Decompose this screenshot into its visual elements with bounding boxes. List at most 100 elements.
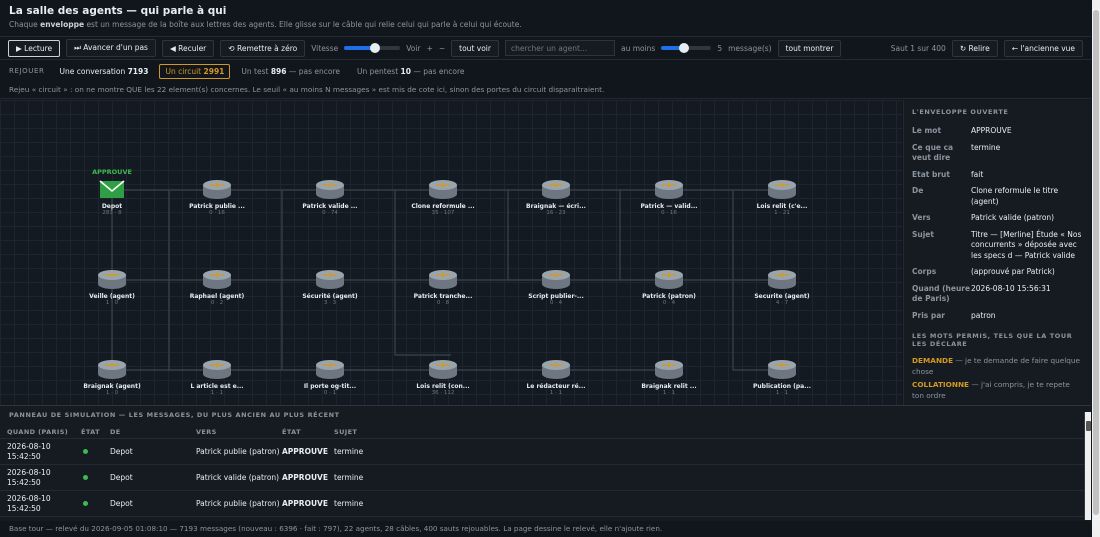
node-count: 36 · 112 bbox=[431, 390, 455, 396]
agent-node[interactable]: Lois relit (c'e... 1 · 21 bbox=[742, 179, 822, 216]
status-dot-icon bbox=[83, 500, 88, 506]
subtitle-text: Chaque bbox=[9, 20, 41, 29]
agent-node[interactable]: Securite (agent) 4 · 7 bbox=[742, 269, 822, 306]
agent-node[interactable]: Braignak (agent) 1 · 0 bbox=[72, 359, 152, 396]
detail-value: Patrick valide (patron) bbox=[971, 213, 1055, 222]
agent-node[interactable]: Le rédacteur ré... 1 · 1 bbox=[516, 359, 596, 396]
agent-node[interactable]: L article est e... 1 · 1 bbox=[177, 359, 257, 396]
zoom-in-button[interactable]: + bbox=[427, 44, 433, 53]
node-label: Publication (pa... bbox=[752, 383, 811, 390]
agent-search-input[interactable] bbox=[504, 40, 615, 56]
see-all-button[interactable]: tout voir bbox=[451, 39, 499, 57]
agent-node[interactable]: Publication (pa... 1 · 1 bbox=[742, 359, 822, 396]
table-scrollbar[interactable] bbox=[1084, 412, 1091, 520]
back-button[interactable]: ◀ Reculer bbox=[161, 39, 215, 57]
router-icon bbox=[655, 270, 683, 289]
router-icon bbox=[768, 180, 796, 199]
agent-graph-canvas[interactable]: APPROUVE Depot 283 · 8 Patrick publie ... 0 … bbox=[0, 100, 902, 405]
old-view-button[interactable]: ← l'ancienne vue bbox=[1003, 39, 1083, 57]
zoom-out-button[interactable]: − bbox=[439, 44, 445, 53]
node-count: 0 · 1 bbox=[323, 390, 337, 396]
replay-option-count: 896 bbox=[270, 66, 287, 76]
page-scrollbar-thumb[interactable] bbox=[1093, 10, 1099, 515]
page-scrollbar[interactable] bbox=[1092, 0, 1100, 537]
words-heading: LES MOTS PERMIS, TELS QUE LA TOUR LES DÉ… bbox=[912, 332, 1073, 348]
table-row[interactable]: 2026-08-10 15:42:50 Depot Patrick publie (… bbox=[0, 439, 1091, 465]
node-count: 0 · 74 bbox=[322, 210, 338, 216]
speed-slider[interactable] bbox=[344, 43, 401, 53]
detail-key: Pris par bbox=[912, 310, 945, 320]
col-etat[interactable]: ÉTAT bbox=[81, 428, 110, 436]
agent-node[interactable]: Patrick valide ... 0 · 74 bbox=[290, 179, 370, 216]
node-state-badge: APPROUVE bbox=[92, 168, 132, 176]
agent-node[interactable]: Clone reformule ... 35 · 107 bbox=[403, 179, 483, 216]
node-label: Depot bbox=[101, 203, 123, 210]
detail-key: Le mot bbox=[912, 126, 942, 135]
agent-node[interactable]: Script publier-... 0 · 4 bbox=[516, 269, 596, 306]
table-row[interactable]: 2026-08-10 15:42:50 Depot Patrick publie (… bbox=[0, 491, 1091, 517]
agent-node[interactable]: Patrick — valid... 0 · 16 bbox=[629, 179, 709, 216]
node-label: Securite (agent) bbox=[754, 293, 810, 300]
node-label: Lois relit (c'e... bbox=[756, 203, 808, 210]
min-messages-slider[interactable] bbox=[661, 43, 712, 53]
node-count: 3 · 3 bbox=[323, 300, 337, 306]
agent-node[interactable]: Sécurité (agent) 3 · 3 bbox=[290, 269, 370, 306]
replay-test[interactable]: Un test 896 — pas encore bbox=[235, 64, 346, 79]
cell-vers: Patrick publie (patron) bbox=[196, 446, 280, 456]
col-etat-mot[interactable]: ÉTAT bbox=[282, 428, 334, 436]
detail-value: 2026-08-10 15:56:31 bbox=[971, 283, 1051, 293]
node-count: 4 · 7 bbox=[775, 300, 789, 306]
node-label: Script publier-... bbox=[528, 293, 584, 300]
detail-row: De Clone reformule le titre (agent) bbox=[912, 183, 1083, 210]
agent-node[interactable]: Veille (agent) 1 · 0 bbox=[72, 269, 152, 306]
allowed-word: DEMANDE — je te demande de faire quelque… bbox=[912, 355, 1083, 377]
node-count: 1 · 21 bbox=[774, 210, 790, 216]
agent-node[interactable]: Lois relit (con... 36 · 112 bbox=[403, 359, 483, 396]
agent-node[interactable]: Raphael (agent) 0 · 2 bbox=[177, 269, 257, 306]
min-slider-knob[interactable] bbox=[678, 43, 689, 53]
col-sujet[interactable]: SUJET bbox=[334, 428, 424, 436]
detail-value: Clone reformule le titre (agent) bbox=[971, 186, 1059, 206]
node-label: Le rédacteur ré... bbox=[526, 383, 586, 390]
agent-node[interactable]: Braignak — écri... 16 · 23 bbox=[516, 179, 596, 216]
col-quand[interactable]: QUAND (PARIS) bbox=[7, 428, 81, 436]
agent-node[interactable]: Patrick publie ... 0 · 16 bbox=[177, 179, 257, 216]
agent-node-depot[interactable]: APPROUVE Depot 283 · 8 bbox=[72, 168, 152, 216]
node-label: Patrick tranche... bbox=[413, 293, 473, 300]
replay-conversation[interactable]: Une conversation 7193 bbox=[53, 64, 154, 79]
table-scrollbar-thumb[interactable] bbox=[1086, 421, 1091, 431]
word-term: DEMANDE bbox=[912, 356, 954, 365]
replay-button[interactable]: ↻ Relire bbox=[951, 39, 998, 57]
agent-node[interactable]: Patrick (patron) 0 · 4 bbox=[629, 269, 709, 306]
agent-node[interactable]: Il porte og-tit... 0 · 1 bbox=[290, 359, 370, 396]
speed-slider-knob[interactable] bbox=[370, 43, 381, 53]
reset-button[interactable]: ⟲ Remettre à zéro bbox=[220, 39, 306, 57]
node-count: 0 · 4 bbox=[662, 300, 676, 306]
cell-sujet: termine bbox=[334, 472, 364, 482]
status-dot-icon bbox=[83, 474, 88, 480]
node-count: 16 · 23 bbox=[546, 210, 566, 216]
agent-node[interactable]: Braignak relit ... 1 · 1 bbox=[629, 359, 709, 396]
replay-circuit[interactable]: Un circuit 2991 bbox=[159, 63, 231, 79]
subtitle-bold: enveloppe bbox=[40, 20, 85, 29]
detail-row: Ce que ca veut dire termine bbox=[912, 140, 1083, 167]
agent-node[interactable]: Patrick tranche... 0 · 8 bbox=[403, 269, 483, 306]
envelope-icon bbox=[99, 180, 125, 198]
cell-status bbox=[81, 499, 110, 509]
replay-bar: REJOUER Une conversation 7193 Un circuit… bbox=[0, 62, 1091, 80]
page-header: La salle des agents — qui parle à qui Ch… bbox=[0, 0, 1091, 36]
envelope-detail-panel: L'ENVELOPPE OUVERTE Le mot APPROUVE Ce que… bbox=[903, 100, 1091, 405]
cell-etat: APPROUVE bbox=[282, 472, 328, 482]
page-subtitle: Chaque enveloppe est un message de la bo… bbox=[9, 20, 1082, 29]
node-count: 0 · 4 bbox=[549, 300, 563, 306]
step-button[interactable]: ⏭ Avancer d'un pas bbox=[66, 39, 156, 57]
table-row[interactable]: 2026-08-10 15:42:50 Depot Patrick valide (… bbox=[0, 465, 1091, 491]
node-count: 283 · 8 bbox=[102, 210, 122, 216]
play-button[interactable]: ▶ Lecture bbox=[8, 39, 61, 57]
col-de[interactable]: DE bbox=[110, 428, 196, 436]
replay-pentest[interactable]: Un pentest 10 — pas encore bbox=[351, 64, 471, 79]
detail-heading: L'ENVELOPPE OUVERTE bbox=[912, 108, 1009, 116]
col-vers[interactable]: VERS bbox=[196, 428, 282, 436]
show-all-button[interactable]: tout montrer bbox=[777, 39, 842, 57]
router-icon bbox=[542, 360, 570, 379]
